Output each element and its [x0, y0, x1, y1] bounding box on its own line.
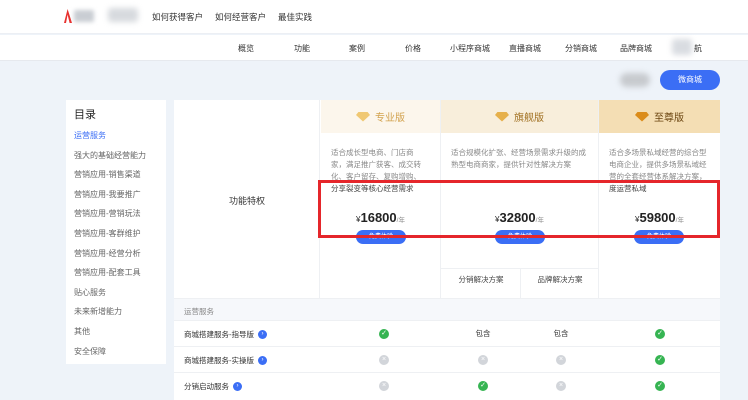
top-nav-item[interactable]: 如何获得客户	[152, 11, 203, 23]
catalog-item[interactable]: 强大的基础经营能力	[74, 146, 158, 166]
catalog-item[interactable]: 营销应用-配套工具	[74, 263, 158, 283]
sub-nav-item[interactable]: 品牌商城	[620, 43, 652, 54]
diamond-icon	[635, 111, 649, 122]
table-row: 分销启动服务 › × ✓ × ✓	[174, 372, 720, 398]
cross-icon: ×	[379, 381, 389, 391]
blurred-logo-text	[74, 10, 94, 22]
catalog-title: 目录	[74, 109, 96, 121]
catalog-item[interactable]: 营销应用-经营分析	[74, 244, 158, 264]
section-header: 运营服务	[174, 298, 720, 320]
sub-nav-item[interactable]: 功能	[294, 43, 310, 54]
cross-icon: ×	[556, 355, 566, 365]
catalog-item[interactable]: 营销应用-销售渠道	[74, 165, 158, 185]
row-label: 商城搭建服务-指导版 ›	[184, 329, 267, 340]
catalog-item[interactable]: 未来新增能力	[74, 302, 158, 322]
plan-header: 专业版	[321, 100, 440, 133]
cell-cross: ×	[541, 354, 581, 365]
row-label-text: 分销启动服务	[184, 382, 229, 391]
plan-description: 适合成长型电商、门店商家，满足推广获客、成交转化、客户留存、复购增购、	[331, 148, 421, 181]
row-label: 分销启动服务 ›	[184, 381, 242, 392]
cross-icon: ×	[379, 355, 389, 365]
cell-cross: ×	[364, 380, 404, 391]
blurred-nav-item	[672, 39, 692, 55]
row-label: 商城搭建服务-实操版 ›	[184, 355, 267, 366]
plan-description: 适合规模化扩张、经营场景需求升级的成熟型电商商家，提供针对性解决方案	[451, 148, 586, 169]
pricing-table: 功能特权 专业版 适合成长型电商、门店商家，满足推广获客、成交转化、客户留存、复…	[174, 100, 720, 400]
plan-name: 至尊版	[654, 113, 684, 124]
cell-check: ✓	[463, 380, 503, 391]
feature-column: 功能特权	[174, 100, 320, 298]
sub-nav-item[interactable]: 分销商城	[565, 43, 597, 54]
highlight-annotation	[318, 180, 720, 238]
chevron-right-icon[interactable]: ›	[258, 356, 267, 365]
logo[interactable]	[64, 7, 104, 25]
cell-cross: ×	[463, 354, 503, 365]
table-row: 商城搭建服务-指导版 › ✓ 包含 包含 ✓	[174, 320, 720, 346]
sub-nav-item[interactable]: 概览	[238, 43, 254, 54]
check-icon: ✓	[655, 355, 665, 365]
diamond-icon	[495, 111, 509, 122]
top-nav-item[interactable]: 如何经营客户	[215, 11, 266, 23]
chevron-right-icon[interactable]: ›	[258, 330, 267, 339]
top-nav-item[interactable]: 最佳实践	[278, 11, 312, 23]
check-icon: ✓	[655, 381, 665, 391]
check-icon: ✓	[655, 329, 665, 339]
catalog-sidebar: 目录 运营服务 强大的基础经营能力 营销应用-销售渠道 营销应用-我要推广 营销…	[66, 100, 166, 364]
cross-icon: ×	[556, 381, 566, 391]
row-label-text: 商城搭建服务-实操版	[184, 356, 254, 365]
catalog-item[interactable]: 运营服务	[74, 126, 158, 146]
sub-nav-item[interactable]: 直播商城	[509, 43, 541, 54]
cell-text: 包含	[475, 329, 491, 338]
row-label-text: 商城搭建服务-指导版	[184, 330, 254, 339]
plan-name: 旗舰版	[514, 113, 544, 124]
catalog-item[interactable]: 营销应用-营销玩法	[74, 204, 158, 224]
open-store-button[interactable]: 微商城	[660, 70, 720, 90]
plan-variant[interactable]: 分销解决方案	[442, 274, 520, 285]
plan-header: 旗舰版	[441, 100, 598, 133]
sub-nav-item[interactable]: 价格	[405, 43, 421, 54]
cell-check: ✓	[640, 328, 680, 339]
catalog-item[interactable]: 贴心服务	[74, 283, 158, 303]
feature-title: 功能特权	[228, 196, 265, 206]
table-row: 商城搭建服务-实操版 › × × × ✓	[174, 346, 720, 372]
blurred-brand	[108, 8, 138, 22]
sub-nav-item[interactable]: 案例	[349, 43, 365, 54]
top-nav: 如何获得客户 如何经营客户 最佳实践	[152, 11, 312, 23]
catalog-item[interactable]: 营销应用-我要推广	[74, 185, 158, 205]
blurred-button[interactable]	[620, 73, 650, 87]
sub-nav-item[interactable]: 小程序商城	[450, 43, 490, 54]
plan-header: 至尊版	[599, 100, 720, 133]
cross-icon: ×	[478, 355, 488, 365]
cell-check: ✓	[640, 380, 680, 391]
catalog-item[interactable]: 安全保障	[74, 342, 158, 362]
sub-nav-item[interactable]: 航	[694, 43, 702, 54]
cell-cross: ×	[541, 380, 581, 391]
plan-description: 适合多场景私域经营的综合型电商企业，提供多场景私域经营的全套经营体系解决方案，助…	[609, 148, 707, 181]
plan-variant[interactable]: 品牌解决方案	[521, 274, 599, 285]
check-icon: ✓	[379, 329, 389, 339]
top-bar: 如何获得客户 如何经营客户 最佳实践	[0, 0, 748, 34]
section-title: 运营服务	[184, 307, 214, 316]
diamond-icon	[356, 111, 370, 122]
plan-name: 专业版	[375, 113, 405, 124]
logo-mark-icon	[64, 9, 72, 23]
cell-check: ✓	[364, 328, 404, 339]
check-icon: ✓	[478, 381, 488, 391]
cell-check: ✓	[640, 354, 680, 365]
catalog-item[interactable]: 营销应用-客群维护	[74, 224, 158, 244]
chevron-right-icon[interactable]: ›	[233, 382, 242, 391]
catalog-item[interactable]: 其他	[74, 322, 158, 342]
cell-text: 包含	[553, 329, 569, 338]
sub-nav: 概览 功能 案例 价格 小程序商城 直播商城 分销商城 品牌商城 航	[0, 35, 748, 61]
cell-cross: ×	[364, 354, 404, 365]
